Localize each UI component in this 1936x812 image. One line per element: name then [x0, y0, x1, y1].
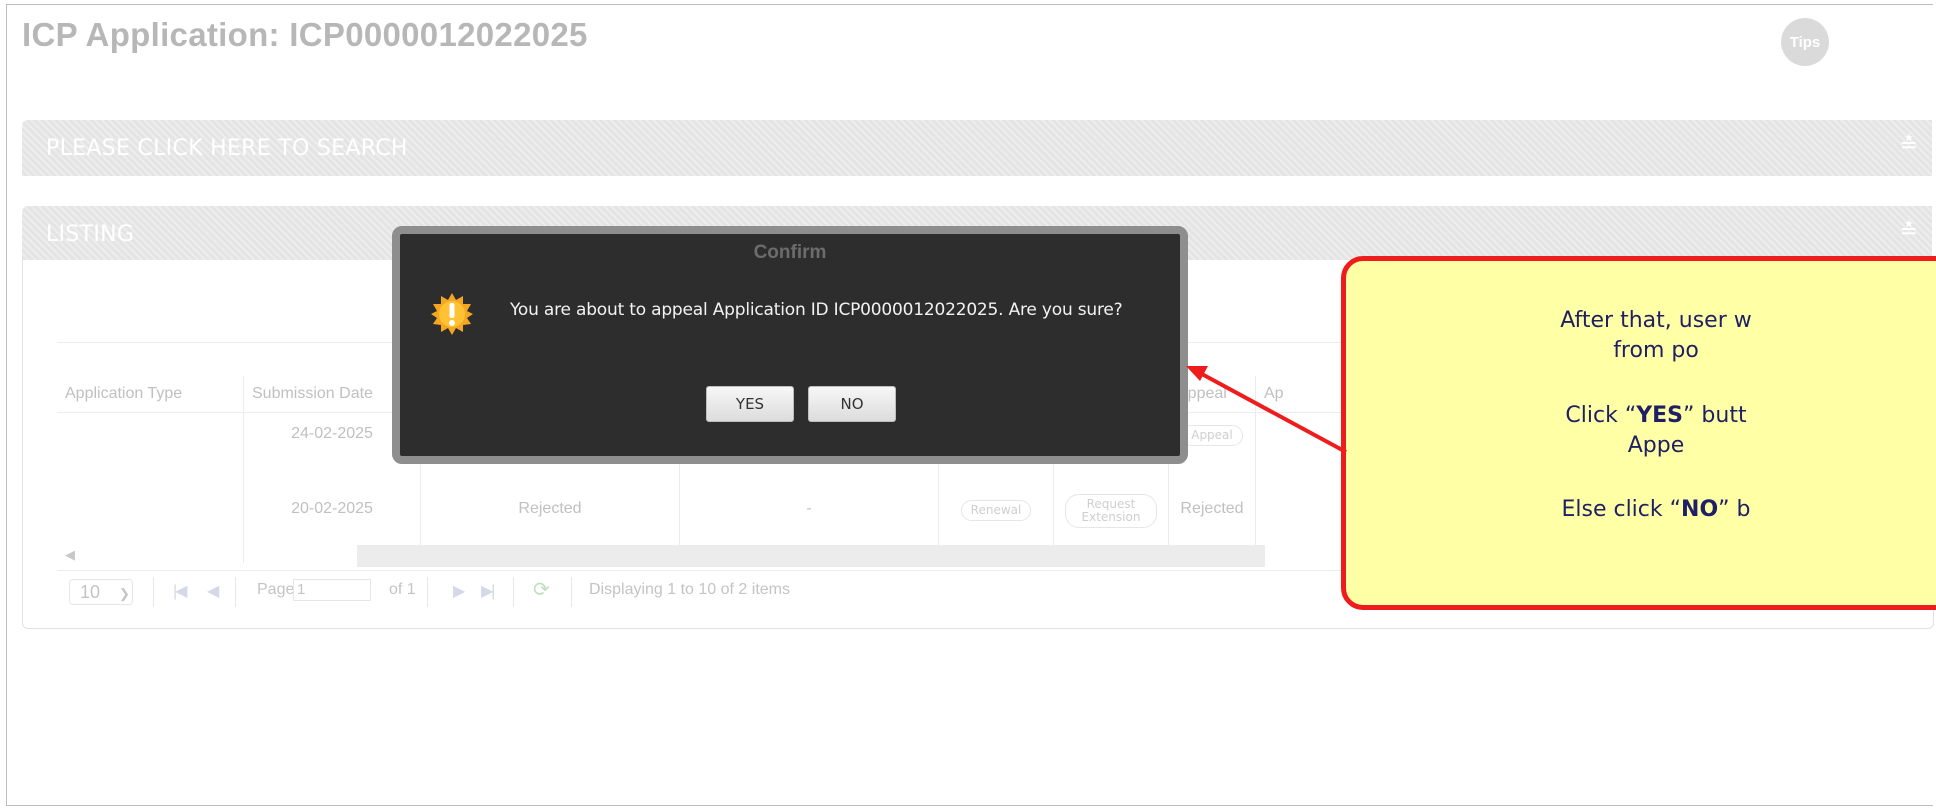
pointer-arrow — [1186, 366, 1347, 454]
